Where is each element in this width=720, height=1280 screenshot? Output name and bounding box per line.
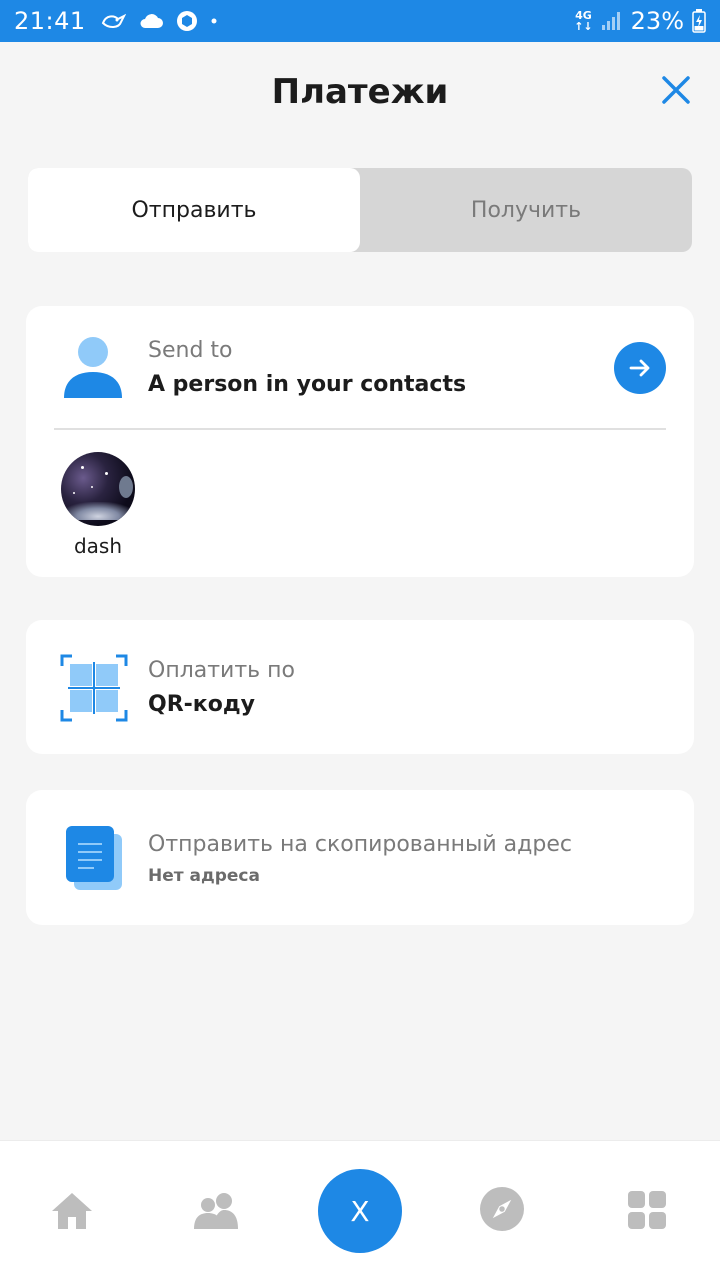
home-icon[interactable]	[48, 1189, 96, 1233]
x-button[interactable]: X	[318, 1169, 402, 1253]
tab-send[interactable]: Отправить	[28, 168, 360, 252]
battery-charging-icon	[692, 9, 706, 33]
bird-notification-icon	[101, 13, 126, 28]
pay-by-qr-card[interactable]: Оплатить по QR-коду	[26, 620, 694, 754]
contact-item[interactable]: dash	[56, 452, 140, 558]
network-indicator: 4G ↑↓	[574, 9, 593, 33]
copied-address-label: Отправить на скопированный адрес	[148, 832, 572, 857]
send-receive-tabs: Отправить Получить	[28, 168, 692, 252]
document-icon	[66, 826, 122, 890]
app-notification-icon	[176, 11, 197, 31]
send-to-contact-card: Send to A person in your contacts dash	[26, 306, 694, 577]
arrow-right-icon	[629, 359, 650, 377]
send-to-title: A person in your contacts	[148, 372, 467, 397]
page-header: Платежи	[0, 42, 720, 142]
avatar	[61, 452, 135, 526]
signal-icon	[601, 12, 620, 30]
page-title: Платежи	[271, 72, 449, 112]
divider	[54, 428, 666, 430]
compass-icon[interactable]	[478, 1187, 526, 1231]
apps-grid-icon[interactable]	[624, 1189, 672, 1233]
qr-title: QR-коду	[148, 692, 255, 717]
send-to-arrow-button[interactable]	[614, 342, 666, 394]
copied-address-value: Нет адреса	[148, 866, 260, 886]
status-bar: 21:41 4G ↑↓ 23%	[0, 0, 720, 42]
bottom-navigation: X	[0, 1140, 720, 1280]
status-right-group: 4G ↑↓ 23%	[574, 7, 706, 35]
close-icon[interactable]	[658, 72, 694, 108]
battery-percent: 23%	[630, 7, 684, 35]
cloud-icon	[140, 14, 163, 28]
people-icon[interactable]	[192, 1189, 240, 1233]
send-to-contact-row[interactable]: Send to A person in your contacts	[26, 306, 694, 428]
contact-name: dash	[73, 534, 123, 558]
send-to-copied-address-card[interactable]: Отправить на скопированный адрес Нет адр…	[26, 790, 694, 925]
dot-icon	[211, 18, 217, 24]
qr-scan-icon	[60, 654, 128, 722]
send-to-label: Send to	[148, 338, 233, 363]
qr-label: Оплатить по	[148, 658, 295, 683]
status-notification-icons	[100, 10, 218, 32]
tab-receive[interactable]: Получить	[360, 168, 692, 252]
status-time: 21:41	[14, 7, 86, 35]
person-icon	[64, 337, 122, 398]
